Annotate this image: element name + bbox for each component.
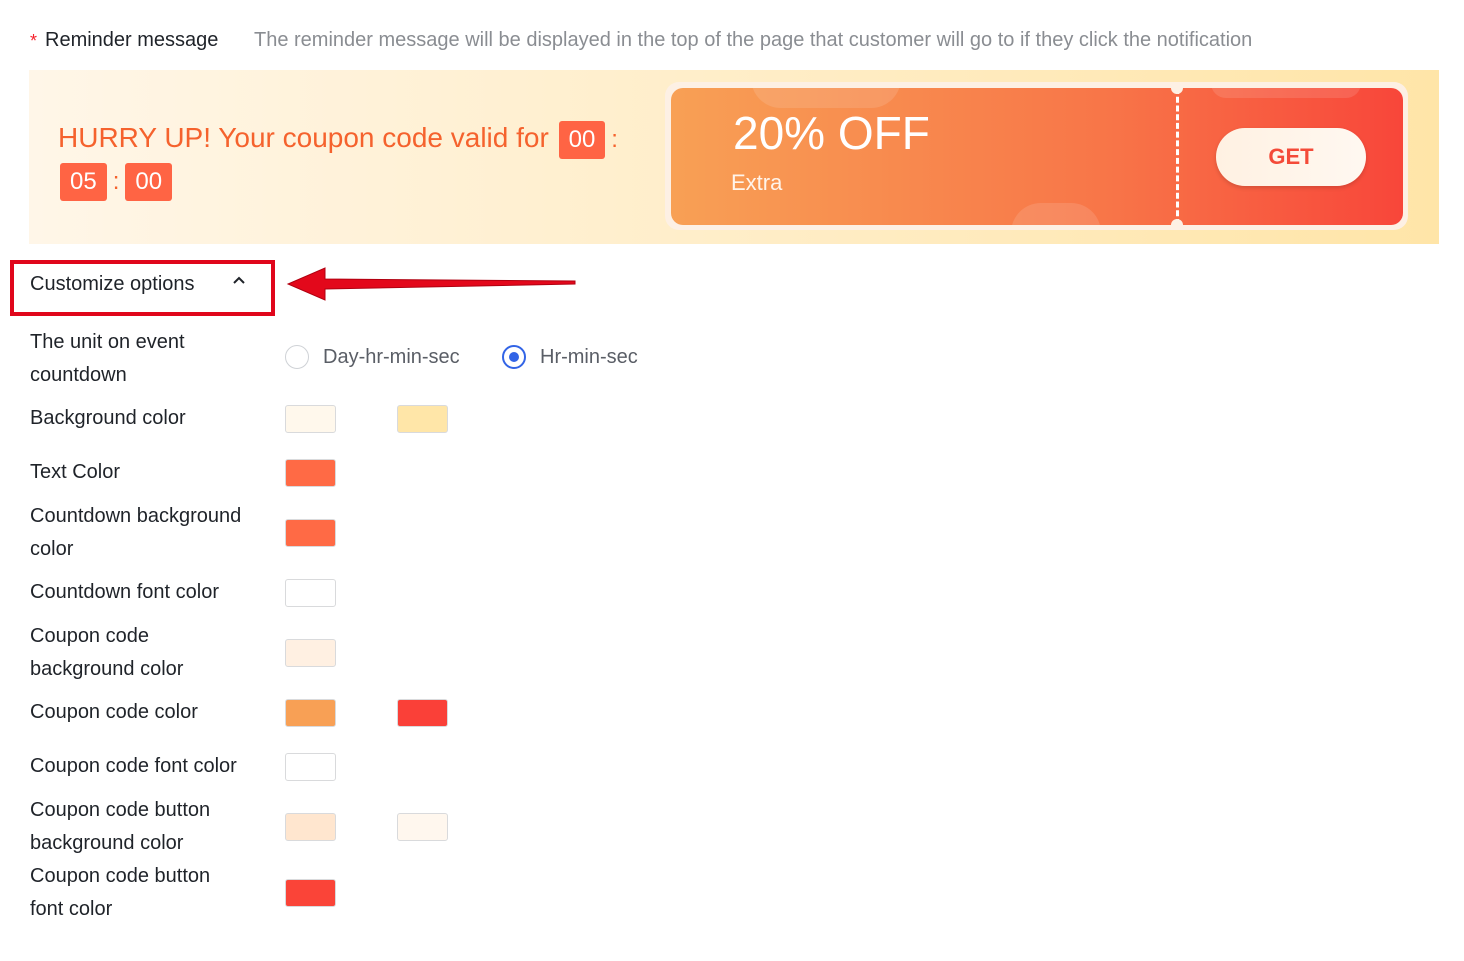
coupon-code-background-color-swatch[interactable] xyxy=(285,639,336,667)
required-mark: * xyxy=(30,31,38,51)
coupon-code-color-label: Coupon code color xyxy=(30,701,198,723)
radio-label-day-hr-min-sec[interactable]: Day-hr-min-sec xyxy=(323,346,460,369)
countdown-separator: : xyxy=(112,168,120,195)
coupon-code-button-background-color-swatch-2[interactable] xyxy=(397,813,448,841)
text-color-label: Text Color xyxy=(30,461,121,483)
chevron-up-icon[interactable] xyxy=(232,271,246,292)
coupon-code-button-background-color-swatch-1[interactable] xyxy=(285,813,336,841)
countdown-font-color-label: Countdown font color xyxy=(30,581,220,603)
coupon-code-font-color-label: Coupon code font color xyxy=(30,755,237,777)
coupon-code-color-swatch-1[interactable] xyxy=(285,699,336,727)
background-color-swatch-2[interactable] xyxy=(397,405,448,433)
coupon-subtitle: Extra xyxy=(731,170,783,195)
background-color-label: Background color xyxy=(30,407,186,429)
preview-message-text: HURRY UP! Your coupon code valid for xyxy=(58,122,549,153)
countdown-hours: 00 xyxy=(558,120,606,159)
radio-hr-min-sec[interactable] xyxy=(502,345,526,369)
coupon-code-color-swatch-2[interactable] xyxy=(397,699,448,727)
countdown-seconds: 00 xyxy=(125,162,173,201)
coupon-get-button[interactable]: GET xyxy=(1216,128,1366,186)
customize-options-toggle[interactable]: Customize options xyxy=(30,273,195,296)
countdown-font-color-swatch[interactable] xyxy=(285,579,336,607)
reminder-message-label: Reminder message xyxy=(45,29,219,51)
coupon-divider xyxy=(1176,88,1179,225)
reminder-message-help: The reminder message will be displayed i… xyxy=(254,29,1253,51)
background-color-swatch-1[interactable] xyxy=(285,405,336,433)
coupon-code-button-background-color-label: Coupon code button background color xyxy=(30,799,211,854)
countdown-background-color-label: Countdown background color xyxy=(30,505,242,560)
countdown-separator: : xyxy=(611,126,618,153)
preview-message: HURRY UP! Your coupon code valid for 00:… xyxy=(58,118,658,202)
radio-day-hr-min-sec[interactable] xyxy=(285,345,309,369)
countdown-minutes: 05 xyxy=(60,162,107,201)
coupon-code-font-color-swatch[interactable] xyxy=(285,753,336,781)
coupon-code-button-font-color-label: Coupon code button font color xyxy=(30,865,211,920)
radio-label-hr-min-sec[interactable]: Hr-min-sec xyxy=(540,346,638,369)
coupon-code-background-color-label: Coupon code background color xyxy=(30,625,184,680)
countdown-background-color-swatch[interactable] xyxy=(285,519,336,547)
unit-countdown-label: The unit on event countdown xyxy=(30,331,185,386)
text-color-swatch[interactable] xyxy=(285,459,336,487)
coupon-discount: 20% OFF xyxy=(733,107,930,159)
coupon-code-button-font-color-swatch[interactable] xyxy=(285,879,336,907)
red-arrow-annotation xyxy=(286,267,576,301)
